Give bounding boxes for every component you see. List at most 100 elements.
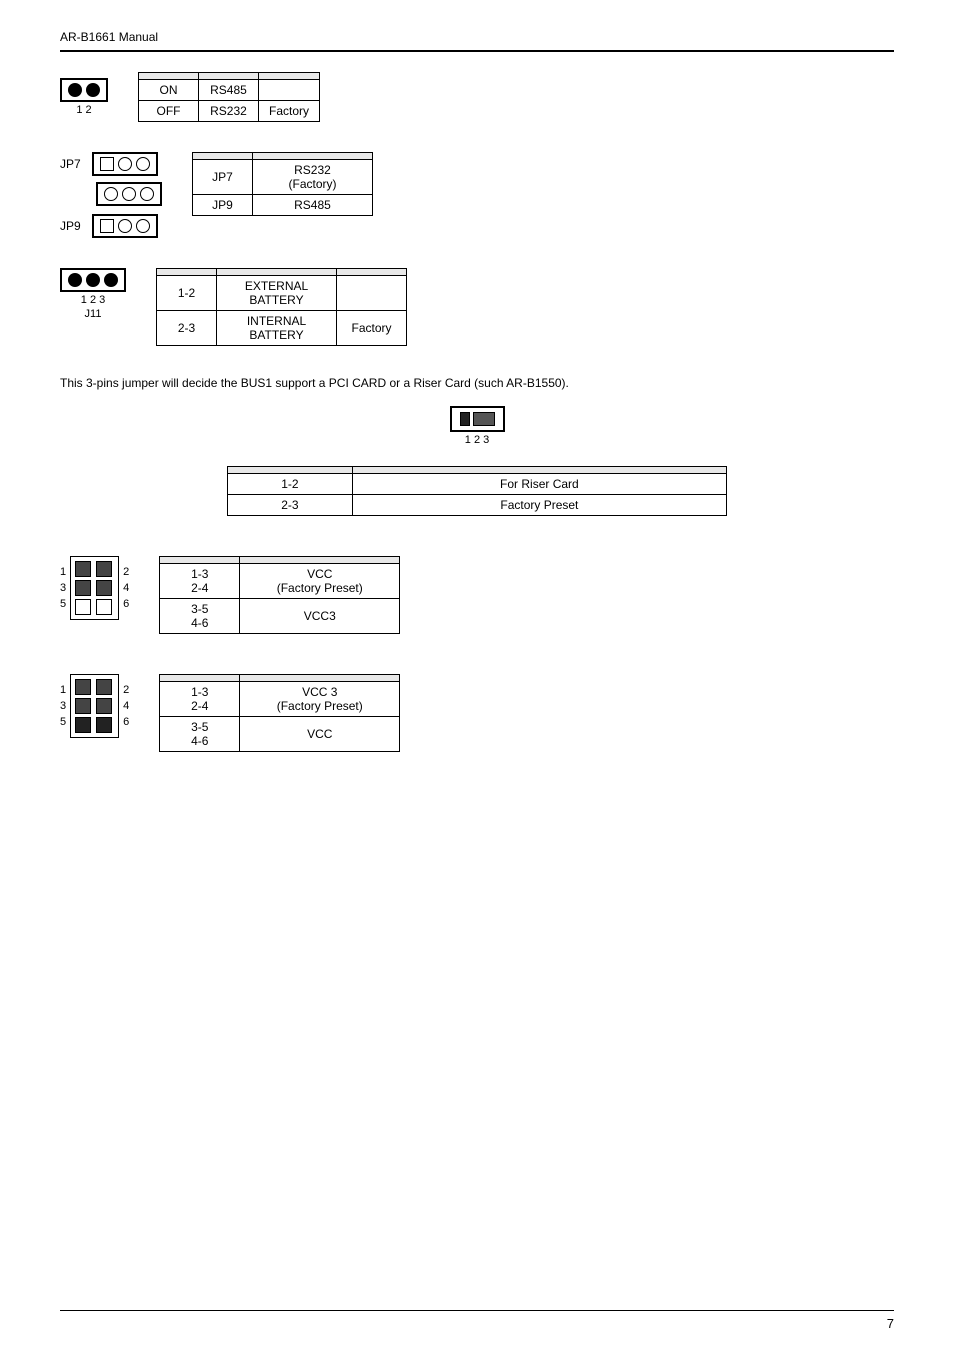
j11-connector [60,268,126,292]
row1-col3 [259,80,320,101]
vcc-row1-col1: 1-32-4 [160,564,240,599]
j11-pin1 [68,273,82,287]
jp7-pin3 [136,157,150,171]
jp9-pin6 [136,219,150,233]
vcc3-left-labels: 1 3 5 [60,684,66,728]
vcc3-right-labels: 2 4 6 [123,684,129,728]
j11-label: J11 [85,308,102,320]
label3-6: 6 [123,716,129,728]
label-6: 6 [123,598,129,610]
jp9-connector2 [92,214,158,238]
label3-3: 3 [60,700,66,712]
jp9-val: RS485 [253,195,373,216]
table-j11: 1-2 EXTERNALBATTERY 2-3 INTERNALBATTERY … [156,268,407,346]
header-title: AR-B1661 Manual [60,30,158,44]
vcc-row1-col2: VCC(Factory Preset) [240,564,400,599]
section-vcc3: 1 3 5 2 4 6 [60,674,894,752]
table-rs485-rs232: ON RS485 OFF RS232 Factory [138,72,320,122]
jp9-pin4 [100,219,114,233]
jp7-pin2 [118,157,132,171]
j11-row1-col1: 1-2 [157,276,217,311]
th-empty5 [337,269,407,276]
j11-pin2 [86,273,100,287]
bus1-th1 [228,467,353,474]
jp7-connector [92,152,158,176]
bus1-row2-col2: Factory Preset [352,495,726,516]
bus1-description: This 3-pins jumper will decide the BUS1 … [60,376,894,390]
label-3: 3 [60,582,66,594]
th-empty2 [253,153,373,160]
jp9-pin1 [104,187,118,201]
bus1-row1-col1: 1-2 [228,474,353,495]
table-vcc3: 1-32-4 VCC 3(Factory Preset) 3-54-6 VCC [159,674,400,752]
footer-line [60,1310,894,1311]
vcc-pin-3 [75,580,91,596]
jp9-row: JP9 [60,214,162,238]
vcc3-diagram: 1 3 5 2 4 6 [60,674,129,738]
vcc3-row1-col1: 1-32-4 [160,682,240,717]
vcc-row2-col2: VCC3 [240,599,400,634]
row1-col1: ON [139,80,199,101]
jp-group: JP7 JP9 [60,152,162,238]
section-jp7-jp9: JP7 JP9 [60,152,894,238]
vcc3-pin-4 [96,698,112,714]
th-empty3 [157,269,217,276]
section-j11: 1 2 3 J11 1-2 EXTERNALBATTERY 2-3 INTERN… [60,268,894,346]
row2-col3: Factory [259,101,320,122]
bus1-diagram-wrap: 1 2 3 [450,406,505,446]
pins-label-1: 1 2 [76,104,91,116]
page-number: 7 [887,1316,894,1331]
jp7-val: RS232(Factory) [253,160,373,195]
table-header-empty [139,73,199,80]
vcc3-pin-3 [75,698,91,714]
vcc3-row2-col1: 3-54-6 [160,717,240,752]
connector-bar-1 [60,78,108,102]
bus1-table-wrap: 1-2 For Riser Card 2-3 Factory Preset [60,466,894,516]
bus1-cap [473,412,495,426]
section-bus1: 1 2 3 [60,406,894,446]
j11-pin3 [104,273,118,287]
vcc-pin-5 [75,599,91,615]
jp9-row1 [96,182,162,206]
bus1-row2-col1: 2-3 [228,495,353,516]
vcc3-pin-6 [96,717,112,733]
j11-row2-col3: Factory [337,311,407,346]
row1-col2: RS485 [199,80,259,101]
label-5: 5 [60,598,66,610]
row2-col2: RS232 [199,101,259,122]
bus1-pin1 [460,412,470,426]
header: AR-B1661 Manual [60,30,894,52]
j11-row2-col1: 2-3 [157,311,217,346]
jp9-pin5 [118,219,132,233]
table-header-empty3 [259,73,320,80]
vcc-pin-6 [96,599,112,615]
section-rs485-rs232: 1 2 ON RS485 OFF RS232 Factory [60,72,894,122]
page: AR-B1661 Manual 1 2 ON RS485 OF [0,0,954,1351]
j11-pins-label: 1 2 3 [81,294,105,306]
vcc-right-labels: 2 4 6 [123,566,129,610]
jp9-pin2 [122,187,136,201]
bus1-jumper [450,406,505,432]
label3-5: 5 [60,716,66,728]
jp7-row: JP7 [60,152,162,176]
label3-4: 4 [123,700,129,712]
vcc3-th1 [160,675,240,682]
jp7-label: JP7 [60,157,88,171]
th-empty4 [217,269,337,276]
jp9-pin3 [140,187,154,201]
jumper-diagram-1: 1 2 [60,78,108,116]
jp7-cell: JP7 [193,160,253,195]
vcc-pin-grid [70,556,119,620]
jp9-connector1 [96,182,162,206]
vcc-diagram: 1 3 5 2 4 6 [60,556,129,620]
j11-row1-col3 [337,276,407,311]
vcc-pin-4 [96,580,112,596]
vcc3-th2 [240,675,400,682]
vcc-pin-1 [75,561,91,577]
table-header-empty2 [199,73,259,80]
vcc3-row1-col2: VCC 3(Factory Preset) [240,682,400,717]
j11-diagram: 1 2 3 J11 [60,268,126,320]
jp9-cell: JP9 [193,195,253,216]
vcc-row2-col1: 3-54-6 [160,599,240,634]
vcc3-row2-col2: VCC [240,717,400,752]
